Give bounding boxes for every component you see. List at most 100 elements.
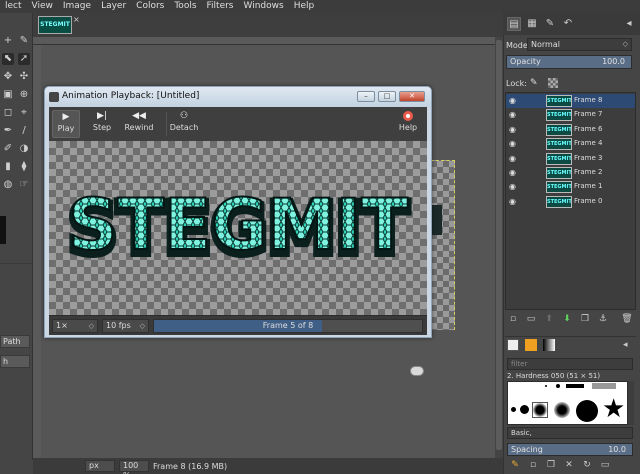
menu-view[interactable]: View <box>27 0 58 13</box>
path-button[interactable]: Path <box>0 335 30 348</box>
vertical-scroll-thumb[interactable] <box>496 40 502 450</box>
patterns-tab-icon[interactable] <box>525 339 537 351</box>
channels-tab-icon[interactable]: ▦ <box>525 17 539 31</box>
text-tool-icon[interactable]: / <box>18 125 30 137</box>
brush-scrollbar[interactable] <box>628 381 634 425</box>
visibility-eye-icon[interactable]: ◉ <box>509 110 516 119</box>
new-layer-icon[interactable]: ▫ <box>507 313 519 325</box>
toolbox-option-button[interactable]: h <box>0 355 30 368</box>
visibility-eye-icon[interactable]: ◉ <box>509 96 516 105</box>
navigate-toggle-icon[interactable] <box>410 366 424 376</box>
maximize-icon[interactable]: □ <box>378 91 396 102</box>
help-button[interactable]: Help <box>395 110 421 138</box>
undo-tab-icon[interactable]: ↶ <box>561 17 575 31</box>
brush-tool-icon[interactable]: ◑ <box>18 143 30 155</box>
airbrush-tool-icon[interactable]: ⧫ <box>18 161 30 173</box>
brush-swatch[interactable] <box>592 383 616 389</box>
free-select-icon[interactable]: ✥ <box>2 71 14 83</box>
image-tab-close-icon[interactable]: × <box>73 15 80 24</box>
fps-select[interactable]: 10 fps ◇ <box>102 319 149 333</box>
layer-row[interactable]: ◉ STEGMIT Frame 1 <box>506 180 635 194</box>
rotate-tool-icon[interactable]: ⊕ <box>18 89 30 101</box>
spacing-slider[interactable]: Spacing 10.0 <box>507 443 633 456</box>
visibility-eye-icon[interactable]: ◉ <box>509 197 516 206</box>
speed-select[interactable]: 1× ◇ <box>52 319 98 333</box>
refresh-brushes-icon[interactable]: ↻ <box>581 459 593 471</box>
brushes-tab-icon[interactable] <box>507 339 519 351</box>
menu-tools[interactable]: Tools <box>169 0 201 13</box>
dock-menu-icon[interactable]: ◂ <box>623 339 635 351</box>
rewind-button[interactable]: ◀◀ Rewind <box>121 110 157 138</box>
brush-swatch[interactable] <box>566 384 584 388</box>
visibility-eye-icon[interactable]: ◉ <box>509 168 516 177</box>
visibility-eye-icon[interactable]: ◉ <box>509 182 516 191</box>
frame-progress-bar[interactable]: Frame 5 of 8 <box>153 319 423 333</box>
brush-tag-input[interactable]: Basic, <box>507 427 633 439</box>
menu-select[interactable]: lect <box>0 0 27 13</box>
warp-tool-icon[interactable]: ⌖ <box>18 107 30 119</box>
delete-layer-icon[interactable]: 🗑 <box>621 313 633 325</box>
brush-filter-input[interactable]: filter <box>507 358 633 370</box>
delete-brush-icon[interactable]: ✕ <box>563 459 575 471</box>
brush-swatch[interactable] <box>576 400 598 422</box>
menu-layer[interactable]: Layer <box>96 0 131 13</box>
fuzzy-select-icon[interactable]: ✎ <box>18 35 30 47</box>
lock-pixels-icon[interactable]: ✎ <box>530 78 540 88</box>
lower-layer-icon[interactable]: ⬇ <box>561 313 573 325</box>
raise-layer-icon[interactable]: ⬆ <box>543 313 555 325</box>
menu-help[interactable]: Help <box>289 0 320 13</box>
play-button[interactable]: ▶ Play <box>52 110 80 138</box>
detach-button[interactable]: ⚇ Detach <box>167 110 201 138</box>
visibility-eye-icon[interactable]: ◉ <box>509 139 516 148</box>
flip-tool-icon[interactable]: ✒ <box>2 125 14 137</box>
close-icon[interactable]: ✕ <box>399 91 425 102</box>
smudge-tool-icon[interactable]: ◍ <box>2 179 14 191</box>
duplicate-layer-icon[interactable]: ❐ <box>579 313 591 325</box>
layers-tab-icon[interactable]: ▤ <box>507 17 521 31</box>
pencil-tool-icon[interactable]: ✐ <box>2 143 14 155</box>
layer-row[interactable]: ◉ STEGMIT Frame 0 <box>506 195 635 209</box>
visibility-eye-icon[interactable]: ◉ <box>509 154 516 163</box>
brush-swatch[interactable] <box>511 407 516 412</box>
duplicate-brush-icon[interactable]: ❐ <box>545 459 557 471</box>
fg-color-swatch[interactable] <box>0 216 6 244</box>
menu-filters[interactable]: Filters <box>202 0 239 13</box>
dialog-titlebar[interactable]: Animation Playback: [Untitled] – □ ✕ <box>45 87 431 107</box>
menu-colors[interactable]: Colors <box>131 0 169 13</box>
gradients-tab-icon[interactable] <box>543 339 555 351</box>
step-button[interactable]: ▶| Step <box>88 110 116 138</box>
brush-swatch-selected[interactable] <box>532 402 548 418</box>
dodge-tool-icon[interactable]: ☞ <box>18 179 30 191</box>
menu-windows[interactable]: Windows <box>239 0 289 13</box>
zoom-select[interactable]: 100 % <box>119 460 149 474</box>
brush-swatch[interactable] <box>556 384 560 388</box>
brush-grid[interactable]: ★ <box>507 381 628 425</box>
cursor-tool-icon[interactable]: ➚ <box>18 53 30 65</box>
layer-row[interactable]: ◉ STEGMIT Frame 6 <box>506 123 635 137</box>
unit-select[interactable]: px <box>85 460 115 472</box>
opacity-slider[interactable]: Opacity 100.0 <box>506 55 632 69</box>
move-cross-icon[interactable]: ✣ <box>18 71 30 83</box>
dock-menu-icon[interactable]: ◂ <box>622 17 636 31</box>
brush-swatch[interactable] <box>554 402 570 418</box>
layer-row[interactable]: ◉ STEGMIT Frame 3 <box>506 152 635 166</box>
move-tool-icon[interactable]: + <box>2 35 14 47</box>
mode-select[interactable]: Normal ◇ <box>527 38 632 51</box>
eraser-tool-icon[interactable]: ▮ <box>2 161 14 173</box>
layer-group-icon[interactable]: ▭ <box>525 313 537 325</box>
visibility-eye-icon[interactable]: ◉ <box>509 125 516 134</box>
scale-tool-icon[interactable]: ◻ <box>2 107 14 119</box>
new-brush-icon[interactable]: ▫ <box>527 459 539 471</box>
anchor-layer-icon[interactable]: ⚓ <box>597 313 609 325</box>
minimize-icon[interactable]: – <box>357 91 375 102</box>
paths-tab-icon[interactable]: ✎ <box>543 17 557 31</box>
align-tool-icon[interactable]: ⬉ <box>2 53 14 65</box>
layer-row[interactable]: ◉ STEGMIT Frame 7 <box>506 108 635 122</box>
open-brush-icon[interactable]: ▭ <box>599 459 611 471</box>
brush-swatch[interactable] <box>520 405 529 414</box>
image-tab-thumbnail[interactable]: STEGMIT <box>38 16 72 34</box>
lock-alpha-icon[interactable] <box>548 78 558 88</box>
layer-row[interactable]: ◉ STEGMIT Frame 2 <box>506 166 635 180</box>
layer-row[interactable]: ◉ STEGMIT Frame 4 <box>506 137 635 151</box>
edit-brush-icon[interactable]: ✎ <box>509 459 521 471</box>
